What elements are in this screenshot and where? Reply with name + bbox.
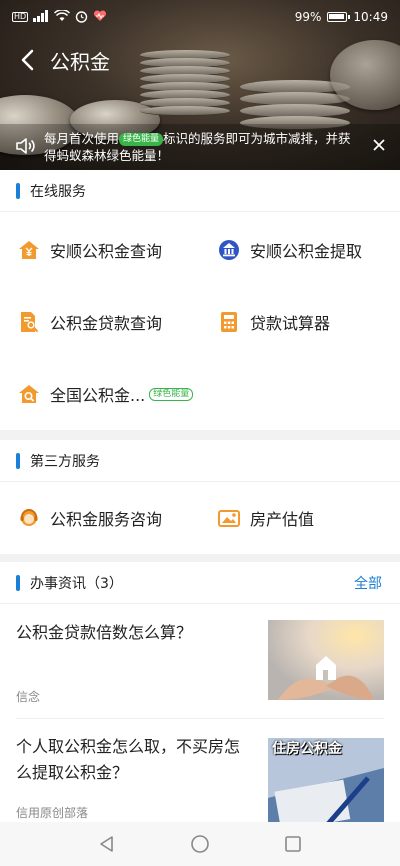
thumb-caption: 住房公积金 [272, 741, 342, 757]
navbar: 公积金 [0, 38, 110, 82]
back-icon[interactable] [16, 49, 38, 71]
notice-text: 每月首次使用 绿色能量 标识的服务即可为城市减排，并获得蚂蚁森林绿色能量！ [44, 130, 362, 164]
eco-notice: 每月首次使用 绿色能量 标识的服务即可为城市减排，并获得蚂蚁森林绿色能量！ [0, 124, 400, 170]
section-header: 第三方服务 [0, 440, 400, 482]
signal-icon [33, 10, 49, 24]
news-source: 信用原创部落 [16, 806, 89, 820]
system-nav-bar [0, 822, 400, 866]
view-all-link[interactable]: 全部 [354, 573, 382, 593]
third-party-services-section: 第三方服务 公积金服务咨询 房产估值 [0, 440, 400, 554]
banner: HD 99% 10:49 公积金 每月首次使用 绿色能量 标识的服务即可为城市减… [0, 0, 400, 170]
section-header: 办事资讯（3） 全部 [0, 562, 400, 604]
calculator-icon [218, 311, 240, 333]
speaker-icon [14, 134, 38, 158]
service-label: 安顺公积金提取 [250, 242, 363, 261]
service-label: 安顺公积金查询 [50, 242, 163, 261]
service-label: 公积金服务咨询 [50, 510, 163, 529]
service-label: 贷款试算器 [250, 314, 331, 333]
service-label: 公积金贷款查询 [50, 314, 163, 333]
battery-icon [327, 12, 351, 22]
back-triangle-icon[interactable] [95, 832, 119, 856]
recents-square-icon[interactable] [281, 832, 305, 856]
section-header: 在线服务 [0, 170, 400, 212]
section-title: 第三方服务 [30, 453, 100, 470]
agent-icon [18, 507, 40, 529]
bank-emblem-icon [218, 239, 240, 261]
news-source: 信念 [16, 690, 41, 704]
status-bar: HD 99% 10:49 [0, 0, 400, 34]
document-search-icon [18, 311, 40, 333]
section-title: 在线服务 [30, 183, 86, 200]
house-photo-icon [218, 507, 240, 529]
hd-icon: HD [12, 12, 29, 22]
notice-text-before: 每月首次使用 [44, 131, 120, 146]
service-item-anshun-withdraw[interactable]: 安顺公积金提取 [218, 230, 362, 270]
service-label: 房产估值 [250, 510, 315, 529]
service-item-national-query[interactable]: 全国公积金... 绿色能量 [18, 374, 194, 414]
news-title: 公积金贷款倍数怎么算？ [16, 623, 193, 642]
service-item-loan-calculator[interactable]: 贷款试算器 [218, 302, 330, 342]
clock: 10:49 [353, 10, 388, 24]
news-item[interactable]: 个人取公积金怎么取，不买房怎么提取公积金？ 信用原创部落 住房公积金 [16, 734, 384, 824]
page-title: 公积金 [50, 49, 110, 74]
service-label: 全国公积金... [50, 386, 146, 405]
alarm-icon [75, 10, 88, 25]
section-accent-bar [16, 574, 20, 591]
eco-energy-badge: 绿色能量 [149, 387, 194, 401]
health-icon [93, 10, 107, 24]
service-item-property-valuation[interactable]: 房产估值 [218, 498, 314, 538]
house-yen-icon [18, 239, 40, 261]
service-item-consult[interactable]: 公积金服务咨询 [18, 498, 162, 538]
section-accent-bar [16, 452, 20, 469]
close-icon[interactable] [372, 138, 386, 155]
section-accent-bar [16, 182, 20, 199]
news-section: 办事资讯（3） 全部 公积金贷款倍数怎么算？ 信念 个人取公积金怎么取，不买房怎… [0, 562, 400, 824]
news-item[interactable]: 公积金贷款倍数怎么算？ 信念 [16, 620, 384, 710]
divider [16, 718, 384, 719]
hands-house-image [268, 620, 384, 700]
eco-energy-badge: 绿色能量 [119, 133, 164, 146]
section-title: 办事资讯（3） [30, 575, 123, 592]
house-search-icon [18, 383, 40, 405]
housing-fund-image: 住房公积金 [268, 738, 384, 824]
service-item-anshun-query[interactable]: 安顺公积金查询 [18, 230, 162, 270]
online-services-section: 在线服务 安顺公积金查询 安顺公积金提取 公积金贷款查询 贷款试算器 全国公积金… [0, 170, 400, 430]
news-title: 个人取公积金怎么取，不买房怎么提取公积金？ [16, 737, 241, 782]
battery-percent: 99% [294, 10, 322, 24]
service-item-loan-query[interactable]: 公积金贷款查询 [18, 302, 162, 342]
home-circle-icon[interactable] [188, 832, 212, 856]
wifi-icon [54, 9, 71, 24]
